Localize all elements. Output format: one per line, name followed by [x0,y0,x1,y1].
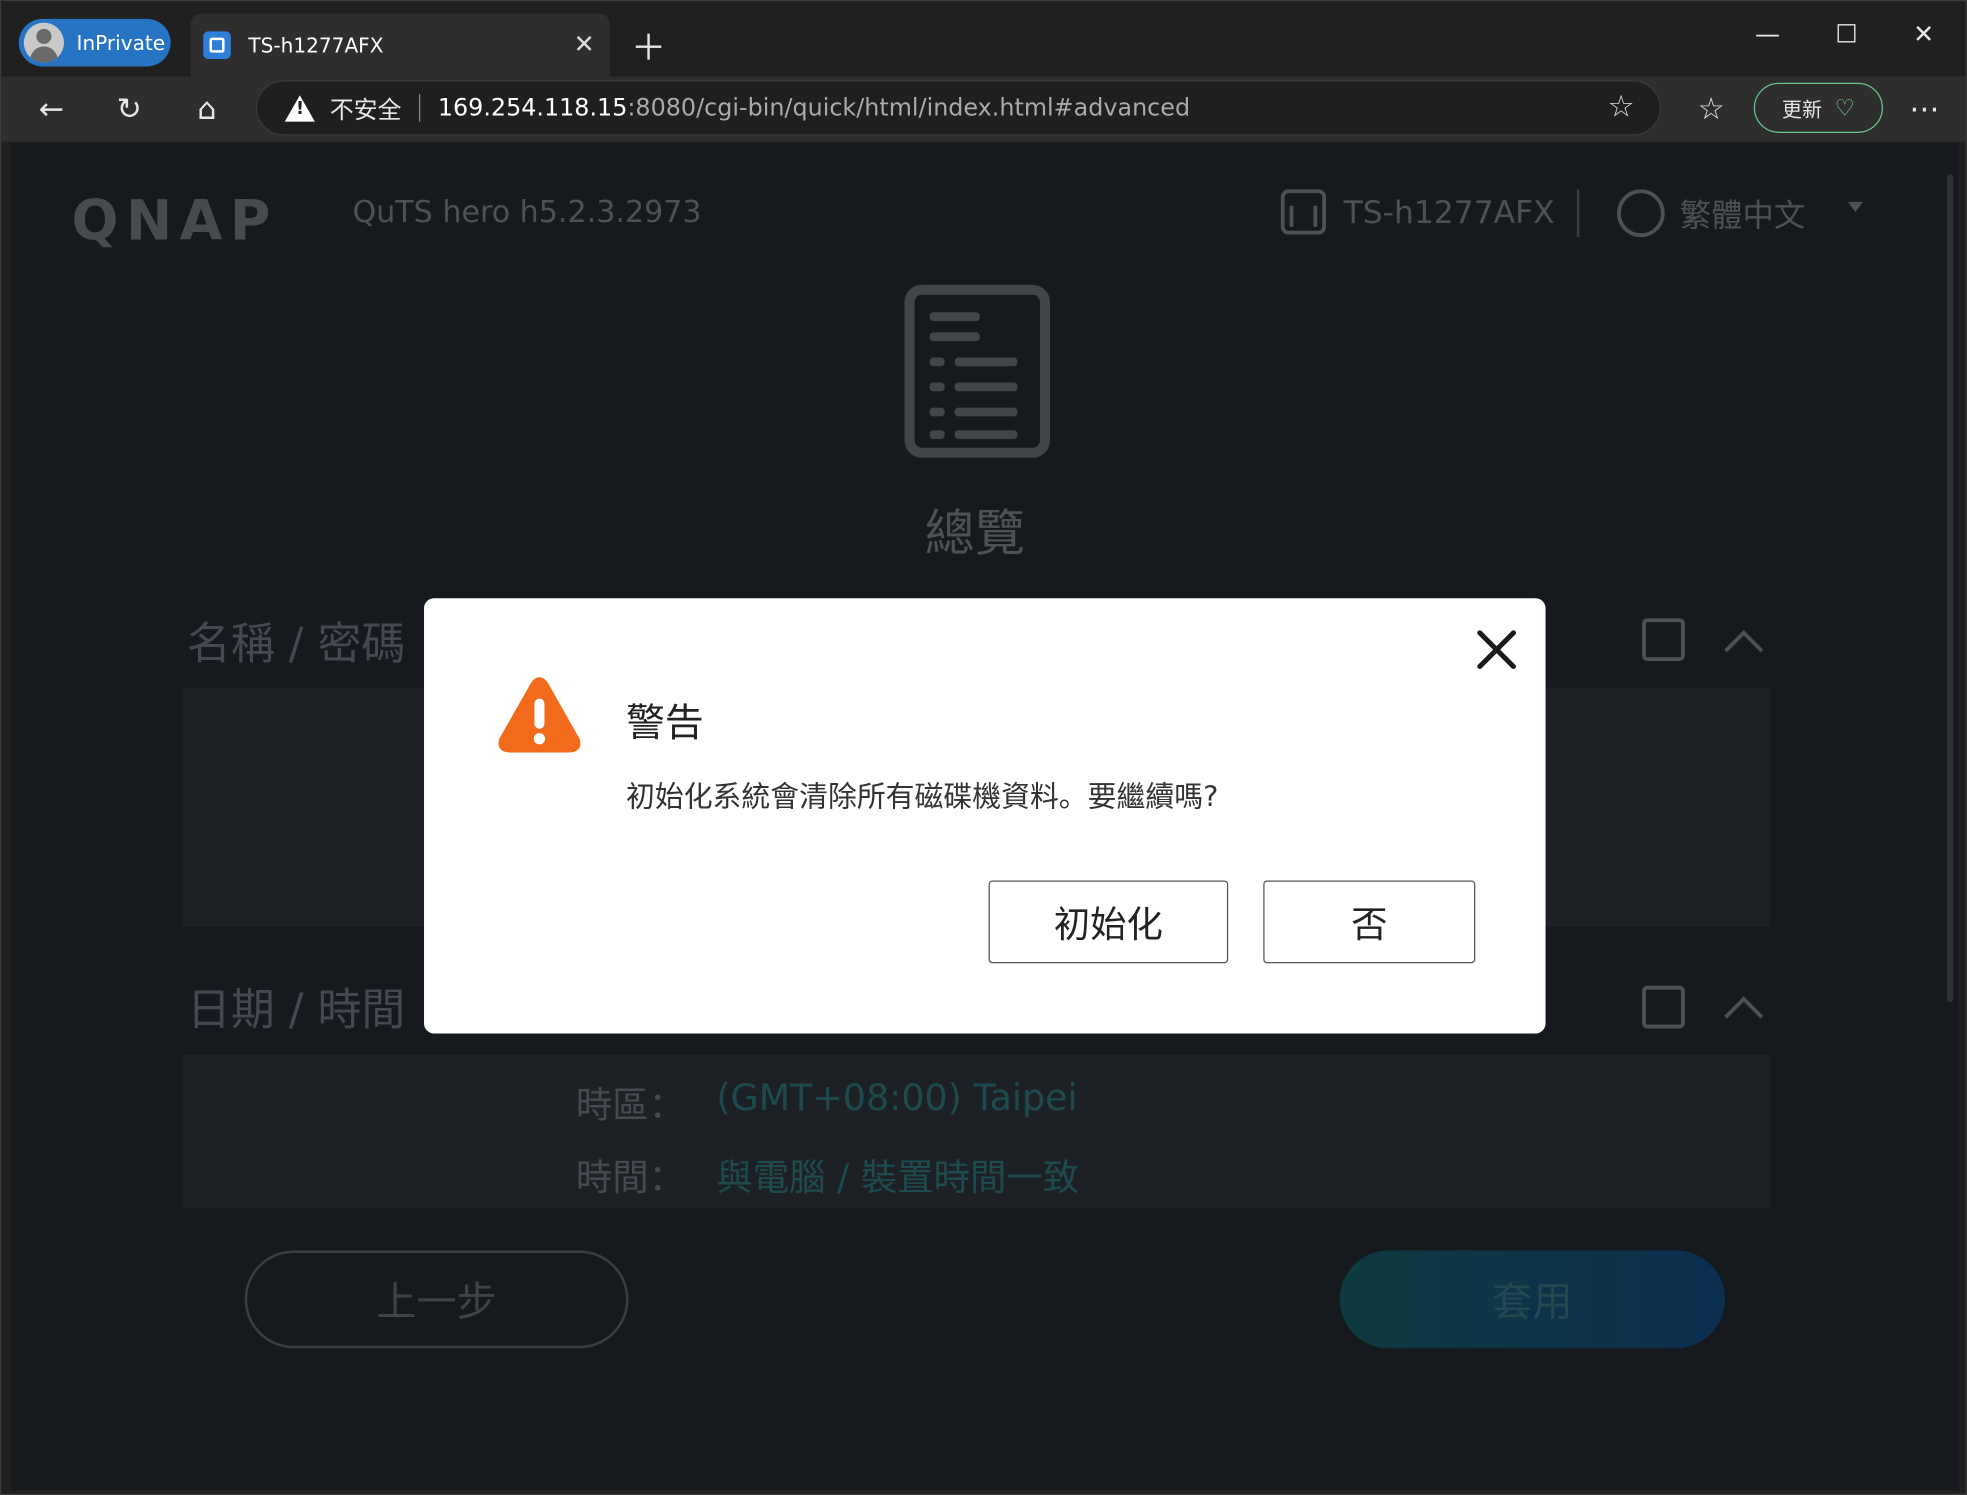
dialog-close-icon[interactable] [1472,623,1522,673]
nas-device-icon [1280,189,1327,235]
insecure-label: 不安全 [329,95,402,124]
apply-button[interactable]: 套用 [1339,1250,1725,1349]
minimize-icon[interactable]: — [1755,19,1780,49]
heartbeat-icon: ♡ [1834,94,1855,122]
profile-avatar [23,22,64,63]
initialize-button[interactable]: 初始化 [988,880,1229,964]
url-host: 169.254.118.15 [437,94,628,122]
no-button[interactable]: 否 [1263,880,1476,964]
header-divider [1576,189,1580,238]
edit-icon[interactable] [1642,985,1685,1029]
menu-icon[interactable]: ⋯ [1902,89,1947,129]
time-label: 時間： [575,1156,685,1200]
date-time-title: 日期 / 時間 [186,985,406,1036]
warning-dialog [424,598,1546,1034]
inprivate-label: InPrivate [76,30,166,55]
address-divider [419,94,421,122]
document-icon [904,284,1051,458]
update-button[interactable]: 更新 ♡ [1753,82,1884,133]
timezone-value: (GMT+08:00) Taipei [716,1076,1078,1119]
inprivate-badge[interactable]: InPrivate [18,18,171,67]
globe-icon [1617,189,1665,238]
refresh-icon[interactable]: ↻ [107,89,152,129]
timezone-label: 時區： [575,1083,685,1127]
language-label: 繁體中文 [1679,196,1806,234]
edit-icon[interactable] [1642,618,1685,661]
favorites-icon[interactable]: ☆ [1689,89,1734,129]
dialog-message: 初始化系統會清除所有磁碟機資料。要繼續嗎? [625,781,1219,814]
browser-window: InPrivate TS-h1277AFX ✕ ＋ — ☐ ✕ ← ↻ ⌂ 不安… [0,0,1967,1495]
window-close-icon[interactable]: ✕ [1913,19,1934,49]
device-name: TS-h1277AFX [1343,193,1555,231]
warning-icon [498,677,581,753]
star-icon[interactable]: ☆ [1608,89,1635,124]
tab-title: TS-h1277AFX [248,33,384,58]
update-label: 更新 [1781,97,1823,122]
new-tab-icon[interactable]: ＋ [631,21,666,71]
warning-icon [284,94,315,122]
device-info: TS-h1277AFX [1280,189,1555,235]
qnap-logo: QNAP [71,189,278,254]
url-path: :8080/cgi-bin/quick/html/index.html#adva… [627,94,1191,122]
tab-close-icon[interactable]: ✕ [574,29,595,59]
back-icon[interactable]: ← [29,89,74,129]
dialog-title: 警告 [625,701,704,747]
firmware-version: QuTS hero h5.2.3.2973 [352,194,702,230]
browser-tab[interactable]: TS-h1277AFX ✕ [190,13,610,77]
previous-button[interactable]: 上一步 [244,1250,629,1349]
overview-title: 總覽 [924,505,1025,564]
qnap-favicon-icon [203,31,231,59]
page-scrollbar[interactable] [1943,149,1956,1215]
language-selector[interactable]: 繁體中文 [1617,189,1806,238]
time-value: 與電腦 / 裝置時間一致 [716,1156,1080,1200]
chevron-down-icon[interactable] [1847,201,1863,212]
name-password-title: 名稱 / 密碼 [186,619,406,670]
address-bar[interactable]: 不安全 169.254.118.15 :8080/cgi-bin/quick/h… [255,80,1661,136]
maximize-icon[interactable]: ☐ [1835,19,1858,49]
home-icon[interactable]: ⌂ [184,89,229,129]
